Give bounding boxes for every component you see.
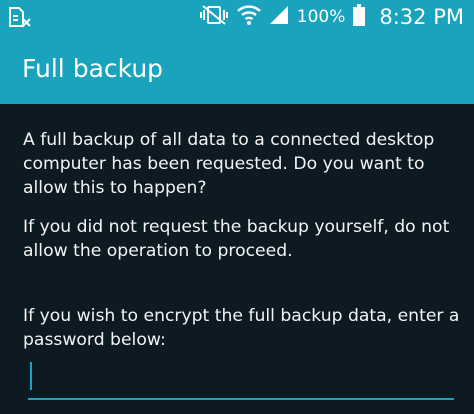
dialog-title-bar: Full backup bbox=[0, 34, 474, 104]
clock: 8:32 PM bbox=[379, 5, 464, 29]
vibrate-mute-icon bbox=[199, 4, 229, 30]
page-title: Full backup bbox=[22, 54, 164, 83]
text-cursor bbox=[30, 362, 32, 390]
encrypt-instruction: If you wish to encrypt the full backup d… bbox=[23, 306, 460, 350]
wifi-icon bbox=[236, 5, 261, 29]
backup-warning-message: If you did not request the backup yourse… bbox=[23, 217, 450, 261]
status-bar: 100% 8:32 PM bbox=[0, 0, 474, 34]
status-icons: 100% 8:32 PM bbox=[199, 0, 464, 34]
password-field[interactable] bbox=[28, 358, 454, 400]
cell-signal-icon bbox=[269, 5, 289, 29]
sim-card-x-icon bbox=[8, 6, 32, 28]
battery-full-icon bbox=[353, 4, 366, 30]
battery-percent: 100% bbox=[296, 7, 346, 27]
backup-request-message: A full backup of all data to a connected… bbox=[23, 130, 435, 198]
